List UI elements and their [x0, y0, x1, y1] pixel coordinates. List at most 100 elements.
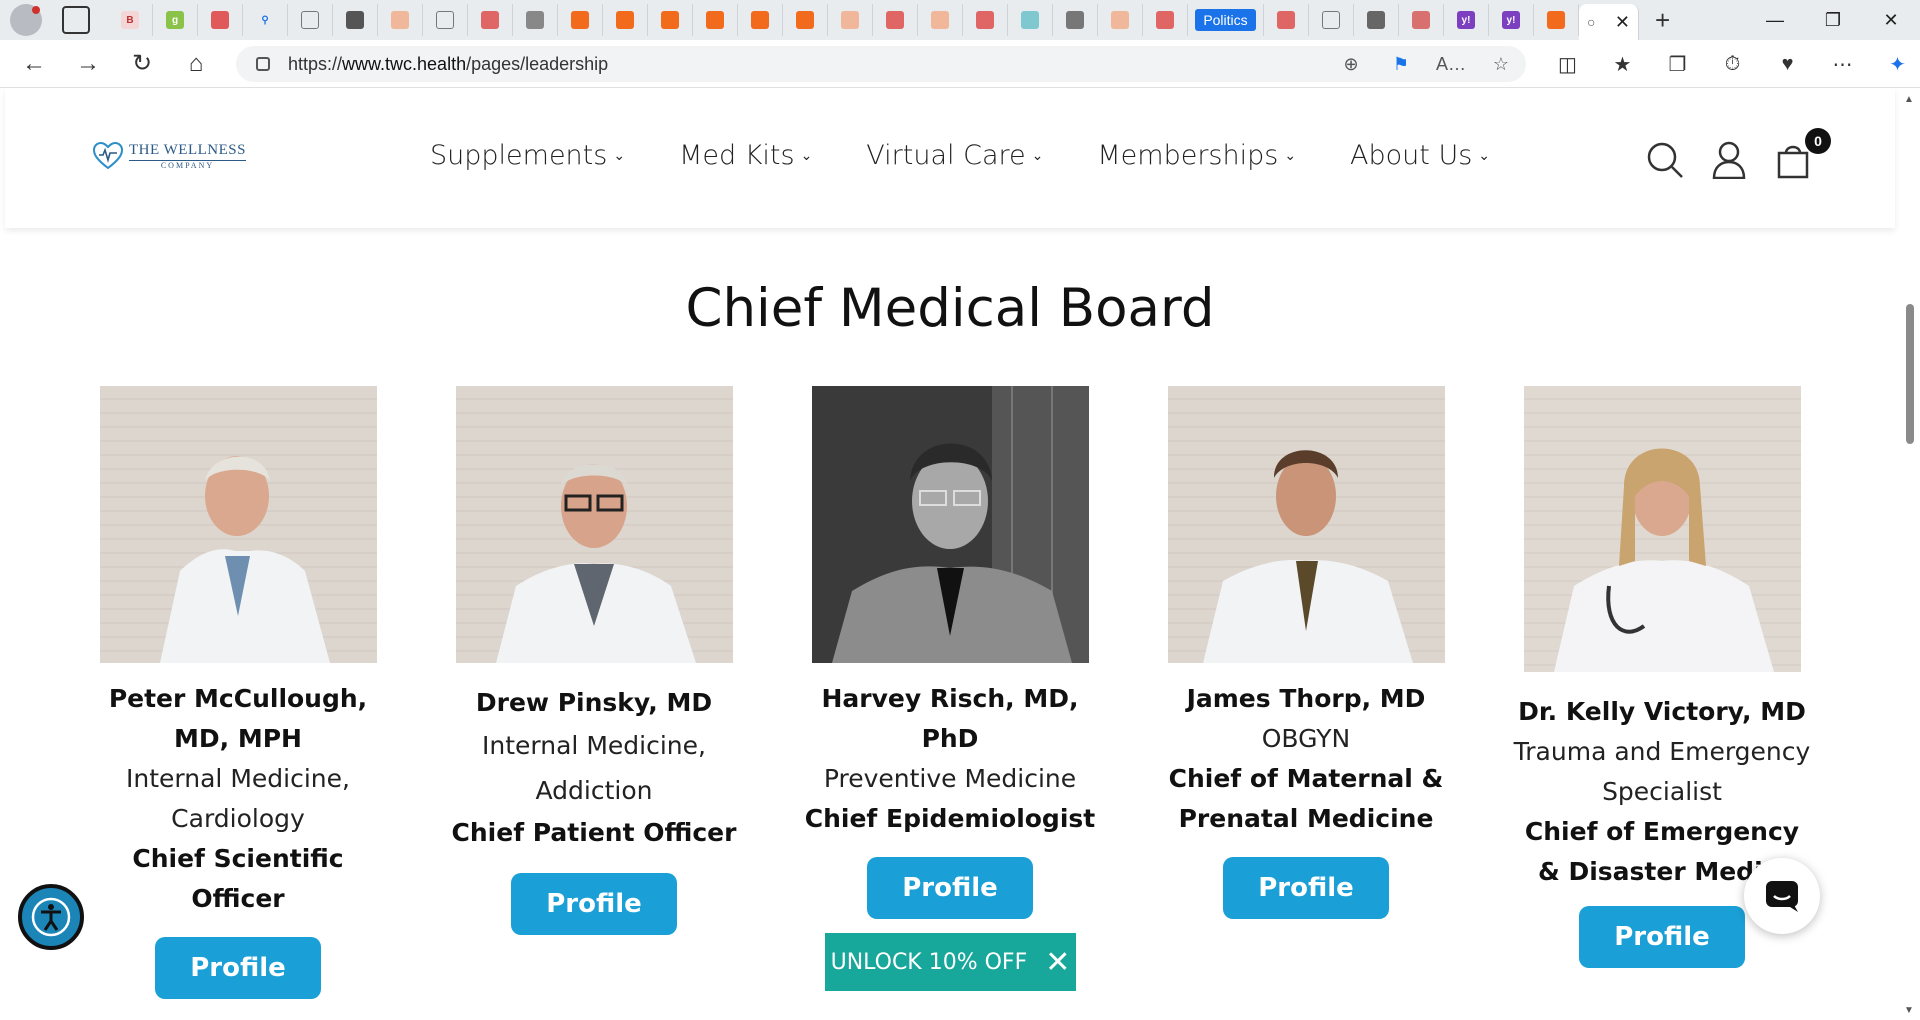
browser-tab[interactable] [1354, 4, 1399, 36]
board-member-card: Peter McCullough, MD, MPH Internal Medic… [88, 386, 388, 999]
profile-avatar[interactable] [10, 4, 42, 36]
favorites-icon[interactable]: ★ [1595, 44, 1650, 84]
favorite-star-icon[interactable]: ☆ [1476, 54, 1526, 75]
minimize-icon[interactable]: — [1746, 0, 1804, 40]
page-scrollbar[interactable]: ▲ ▼ [1900, 88, 1920, 1020]
browser-tab[interactable] [558, 4, 603, 36]
bookmark-icon [841, 11, 859, 29]
browser-tab[interactable] [693, 4, 738, 36]
browser-tab[interactable] [1143, 4, 1188, 36]
profile-button[interactable]: Profile [1223, 857, 1389, 919]
profile-button[interactable]: Profile [1579, 906, 1745, 968]
chat-icon[interactable] [1744, 858, 1820, 934]
browser-tab[interactable] [333, 4, 378, 36]
nav-med-kits[interactable]: Med Kits ⌄ [679, 140, 812, 171]
profile-button[interactable]: Profile [511, 873, 677, 935]
browser-tab[interactable] [603, 4, 648, 36]
window-close-icon[interactable]: ✕ [1862, 0, 1920, 40]
new-tab-icon[interactable]: + [1655, 5, 1670, 36]
member-role: Chief of Maternal & Prenatal Medicine [1168, 764, 1444, 833]
copilot-icon[interactable]: ✦ [1870, 44, 1920, 84]
browser-tab[interactable] [1399, 4, 1444, 36]
browser-tab[interactable] [918, 4, 963, 36]
logo-text: THE WELLNESS COMPANY [129, 142, 246, 170]
search-icon: ⚲ [261, 14, 269, 26]
browser-tab[interactable] [1309, 4, 1354, 36]
member-name: Harvey Risch, MD, PhD [821, 684, 1079, 753]
browser-tab[interactable] [468, 4, 513, 36]
scroll-down-icon[interactable]: ▼ [1904, 1005, 1914, 1016]
nav-memberships[interactable]: Memberships ⌄ [1097, 140, 1296, 171]
member-specialty: Internal Medicine, Cardiology [126, 764, 350, 833]
home-icon[interactable]: ⌂ [176, 44, 216, 84]
member-role: Chief Scientific Officer [132, 844, 344, 913]
address-bar-actions: ⊕ ⚑ A… ☆ [1326, 46, 1526, 82]
restore-icon[interactable]: ❐ [1804, 0, 1862, 40]
site-logo[interactable]: THE WELLNESS COMPANY [92, 141, 246, 170]
scroll-up-icon[interactable]: ▲ [1904, 94, 1914, 105]
politics-tab-label: Politics [1195, 9, 1256, 31]
refresh-icon[interactable]: ↻ [122, 44, 162, 84]
account-icon[interactable] [1697, 138, 1761, 182]
nav-about-us[interactable]: About Us ⌄ [1350, 140, 1490, 171]
browser-tab[interactable] [738, 4, 783, 36]
zoom-icon[interactable]: ⊕ [1326, 54, 1376, 75]
member-photo [455, 386, 733, 663]
coupon-icon[interactable]: ⚑ [1376, 54, 1426, 75]
bookmark-icon [616, 11, 634, 29]
read-aloud-icon[interactable]: A… [1426, 54, 1476, 75]
back-icon[interactable]: ← [14, 44, 54, 84]
scrollbar-thumb[interactable] [1906, 304, 1914, 444]
promo-banner[interactable]: UNLOCK 10% OFF ✕ [825, 933, 1076, 991]
browser-tab[interactable] [963, 4, 1008, 36]
browser-tab-politics[interactable]: Politics [1188, 4, 1264, 36]
browser-tab[interactable] [378, 4, 423, 36]
accessibility-icon[interactable] [18, 884, 84, 950]
browser-tab[interactable] [1264, 4, 1309, 36]
browser-tab[interactable]: B [108, 4, 153, 36]
member-specialty: Preventive Medicine [823, 764, 1077, 793]
browser-tab[interactable] [648, 4, 693, 36]
browser-tab[interactable] [783, 4, 828, 36]
address-bar[interactable]: https://www.twc.health/pages/leadership … [236, 46, 1526, 82]
url-text: https://www.twc.health/pages/leadership [288, 54, 608, 75]
history-icon[interactable]: ⏱ [1705, 44, 1760, 84]
browser-tab[interactable] [1098, 4, 1143, 36]
browser-tab[interactable] [873, 4, 918, 36]
cart-icon[interactable]: 0 [1761, 128, 1831, 182]
browser-tab[interactable]: y! [1444, 4, 1489, 36]
tab-actions-icon[interactable] [62, 6, 90, 34]
more-icon[interactable]: ⋯ [1815, 44, 1870, 84]
profile-button[interactable]: Profile [155, 937, 321, 999]
split-screen-icon[interactable]: ◫ [1540, 44, 1595, 84]
browser-tab[interactable] [828, 4, 873, 36]
browser-toolbar: ← → ↻ ⌂ https://www.twc.health/pages/lea… [0, 40, 1920, 88]
browser-tab[interactable] [1008, 4, 1053, 36]
forward-icon[interactable]: → [68, 44, 108, 84]
browser-tab[interactable]: g [153, 4, 198, 36]
tab-favicon-icon: ○ [1587, 14, 1596, 30]
bookmark-icon [796, 11, 814, 29]
close-icon[interactable]: ✕ [1045, 945, 1070, 980]
browser-tab[interactable] [1053, 4, 1098, 36]
browser-tab[interactable] [513, 4, 558, 36]
board-member-card: Harvey Risch, MD, PhD Preventive Medicin… [800, 386, 1100, 919]
member-name: Drew Pinsky, MD [475, 688, 713, 717]
browser-tab[interactable] [423, 4, 468, 36]
browser-tab[interactable]: y! [1489, 4, 1534, 36]
logo-line-2: COMPANY [129, 160, 246, 170]
site-header: THE WELLNESS COMPANY Supplements ⌄ Med Ki… [5, 88, 1895, 228]
browser-tab[interactable] [1534, 4, 1579, 36]
nav-supplements[interactable]: Supplements ⌄ [430, 140, 625, 171]
browser-tab[interactable] [198, 4, 243, 36]
search-icon[interactable] [1633, 138, 1697, 182]
browser-tab-active[interactable]: ○ ✕ [1579, 4, 1639, 40]
profile-button[interactable]: Profile [867, 857, 1033, 919]
lock-icon[interactable] [256, 57, 270, 71]
nav-virtual-care[interactable]: Virtual Care ⌄ [866, 140, 1043, 171]
browser-tab[interactable] [288, 4, 333, 36]
performance-icon[interactable]: ♥ [1760, 44, 1815, 84]
close-tab-icon[interactable]: ✕ [1615, 12, 1630, 33]
collections-icon[interactable]: ❐ [1650, 44, 1705, 84]
browser-tab[interactable]: ⚲ [243, 4, 288, 36]
